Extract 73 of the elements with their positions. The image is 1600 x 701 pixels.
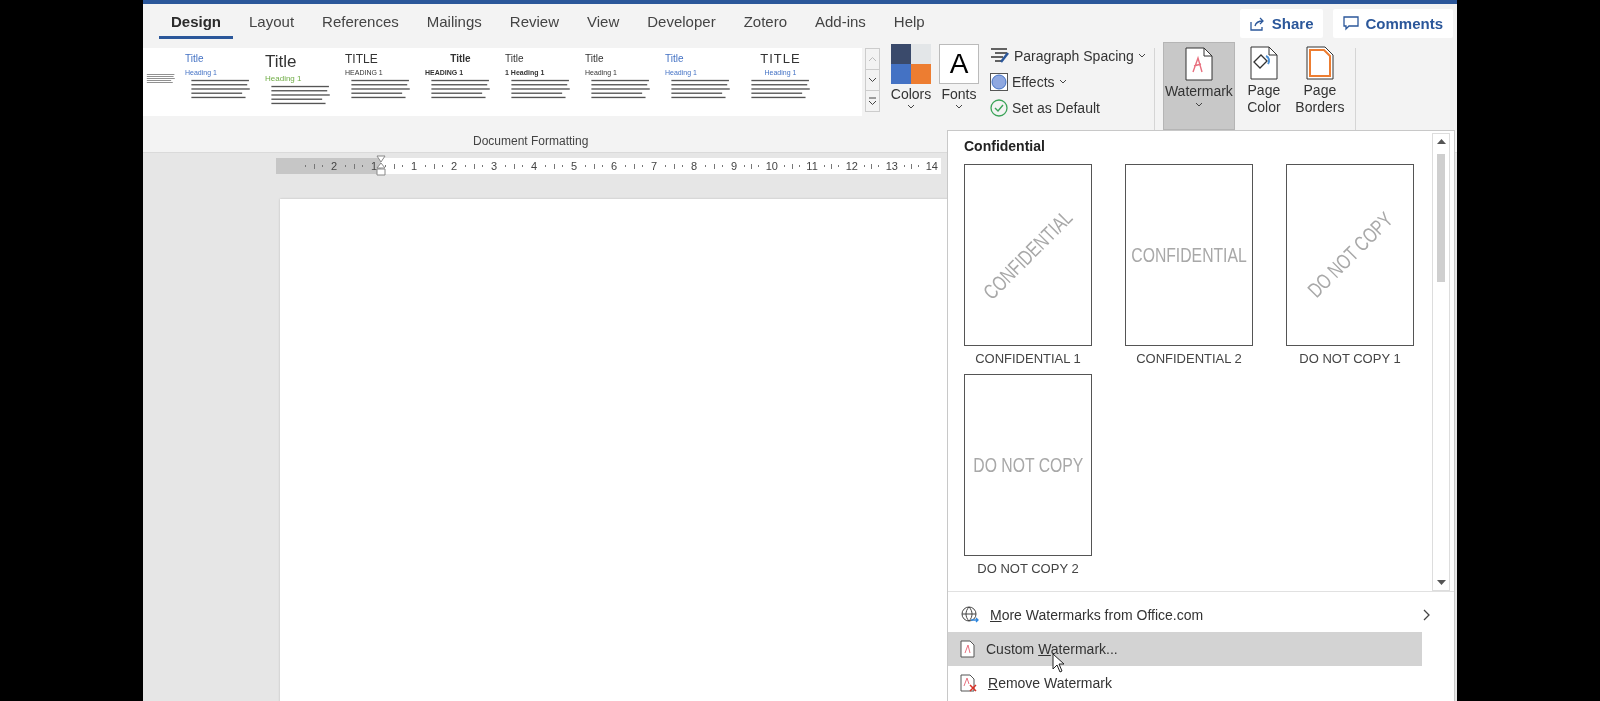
theme-button[interactable]: Colors bbox=[890, 44, 932, 109]
format-command[interactable]: Paragraph Spacing bbox=[990, 44, 1146, 67]
ribbon-tab[interactable]: Developer bbox=[635, 7, 728, 39]
indent-marker[interactable] bbox=[376, 155, 386, 177]
section-heading: Confidential bbox=[964, 138, 1045, 154]
share-icon bbox=[1249, 15, 1266, 31]
menu-item[interactable]: Remove Watermark bbox=[948, 666, 1454, 700]
group-label: Document Formatting bbox=[473, 134, 589, 148]
scrollbar[interactable] bbox=[1432, 133, 1450, 591]
ribbon-tab[interactable]: Help bbox=[881, 7, 937, 39]
page-borders-icon bbox=[1304, 46, 1335, 80]
chevron-down-icon bbox=[868, 77, 877, 83]
share-button[interactable]: Share bbox=[1239, 8, 1324, 38]
more-icon bbox=[868, 96, 877, 106]
scroll-up-icon[interactable] bbox=[1436, 138, 1446, 144]
color-palette-icon bbox=[891, 44, 931, 84]
watermark-icon bbox=[960, 640, 976, 658]
ribbon-tab[interactable]: Add-ins bbox=[803, 7, 878, 39]
watermark-option[interactable]: CONFIDENTIAL CONFIDENTIAL 2 bbox=[1125, 164, 1253, 366]
paragraph-spacing-icon bbox=[990, 46, 1010, 65]
more-button[interactable] bbox=[865, 90, 880, 112]
ruler-number: 13 bbox=[885, 159, 898, 173]
comments-button[interactable]: Comments bbox=[1333, 8, 1453, 38]
ribbon-tab[interactable]: Zotero bbox=[731, 7, 799, 39]
theme-button[interactable]: A Fonts bbox=[938, 44, 980, 109]
style-set-thumbnail[interactable]: Title Heading 1 bbox=[259, 48, 339, 116]
caret-icon bbox=[955, 104, 963, 109]
ruler-number: 2 bbox=[451, 159, 458, 173]
ribbon-tab[interactable]: Mailings bbox=[414, 7, 494, 39]
page-background-button[interactable]: Watermark bbox=[1162, 42, 1235, 130]
ruler-number: 7 bbox=[651, 159, 658, 173]
chevron-up-icon bbox=[868, 56, 877, 62]
ruler-number: 9 bbox=[731, 159, 738, 173]
ruler-number: 10 bbox=[765, 159, 778, 173]
page-color-icon bbox=[1248, 46, 1279, 80]
globe-icon bbox=[960, 606, 980, 624]
ruler-number: 8 bbox=[691, 159, 698, 173]
ruler-number: 2 bbox=[331, 159, 338, 173]
mouse-cursor-icon bbox=[1052, 653, 1066, 673]
ruler-number: 1 bbox=[411, 159, 418, 173]
page-background-button[interactable]: Page Color bbox=[1236, 42, 1291, 130]
effects-icon bbox=[990, 72, 1008, 91]
ruler-number: 14 bbox=[925, 159, 938, 173]
ruler-number: 12 bbox=[845, 159, 858, 173]
scroll-down-icon[interactable] bbox=[1436, 580, 1446, 586]
watermark-text: DO NOT COPY bbox=[973, 453, 1083, 477]
menu-item[interactable]: Custom Watermark... bbox=[948, 632, 1422, 666]
font-icon: A bbox=[939, 44, 979, 84]
ribbon-tab[interactable]: References bbox=[310, 7, 411, 39]
format-command[interactable]: Set as Default bbox=[990, 96, 1146, 119]
watermark-text: CONFIDENTIAL bbox=[1131, 243, 1247, 267]
scroll-down-button[interactable] bbox=[865, 69, 880, 91]
ruler-number: 6 bbox=[611, 159, 618, 173]
caret-icon bbox=[1194, 102, 1203, 107]
watermark-option[interactable]: DO NOT COPY DO NOT COPY 2 bbox=[964, 374, 1092, 576]
ribbon-tab[interactable]: View bbox=[575, 7, 632, 39]
ribbon-tab[interactable]: Layout bbox=[237, 7, 307, 39]
page-background-button[interactable]: Page Borders bbox=[1292, 42, 1347, 130]
ribbon-tab[interactable]: Review bbox=[497, 7, 571, 39]
format-command[interactable]: Effects bbox=[990, 70, 1146, 93]
ribbon-tab[interactable]: Design bbox=[159, 7, 233, 39]
ruler-number: 1 bbox=[371, 159, 378, 173]
scroll-thumb[interactable] bbox=[1437, 154, 1445, 282]
comment-icon bbox=[1343, 15, 1360, 31]
ruler-number: 4 bbox=[531, 159, 538, 173]
remove-watermark-icon bbox=[960, 674, 978, 692]
ruler-number: 11 bbox=[806, 159, 818, 173]
checkmark-icon bbox=[990, 98, 1008, 117]
caret-icon bbox=[907, 104, 915, 109]
menu-item[interactable]: More Watermarks from Office.com bbox=[948, 598, 1454, 632]
watermark-icon bbox=[1183, 47, 1214, 81]
ruler-number: 3 bbox=[491, 159, 498, 173]
ruler-number: 5 bbox=[571, 159, 578, 173]
